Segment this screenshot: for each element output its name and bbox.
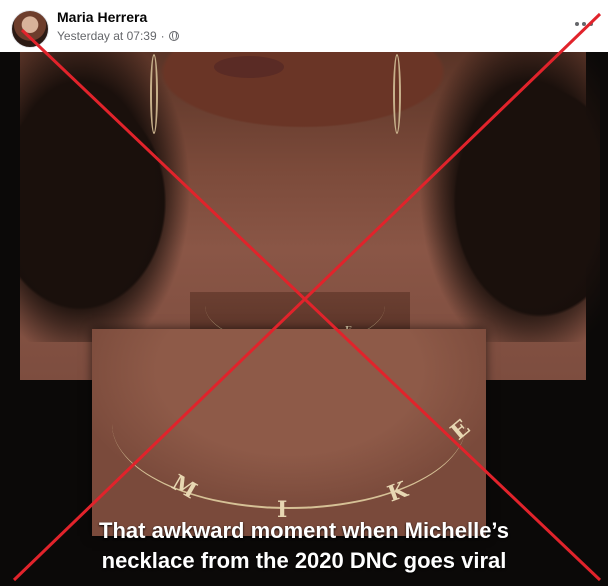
earring-left: [150, 54, 158, 134]
caption-line-1: That awkward moment when Michelle’s: [99, 518, 509, 543]
earring-right: [393, 54, 401, 134]
more-options-icon[interactable]: [574, 18, 594, 30]
author-name[interactable]: Maria Herrera: [57, 9, 147, 25]
necklace-large: [112, 339, 466, 509]
meta-separator: ·: [160, 29, 165, 43]
post-header: Maria Herrera Yesterday at 07:39 ·: [0, 0, 608, 52]
image-caption: That awkward moment when Michelle’s neck…: [0, 516, 608, 576]
hair-right: [400, 52, 600, 342]
avatar[interactable]: [11, 10, 49, 48]
post-timestamp[interactable]: Yesterday at 07:39: [57, 29, 157, 43]
caption-line-2: necklace from the 2020 DNC goes viral: [101, 548, 507, 573]
post-image[interactable]: M I K E M I K E That awkward moment when…: [0, 52, 608, 586]
globe-icon[interactable]: [168, 31, 179, 41]
post-meta: Yesterday at 07:39 ·: [57, 29, 179, 43]
lips: [214, 56, 284, 78]
necklace-zoom-photo: M I K E: [92, 329, 486, 536]
